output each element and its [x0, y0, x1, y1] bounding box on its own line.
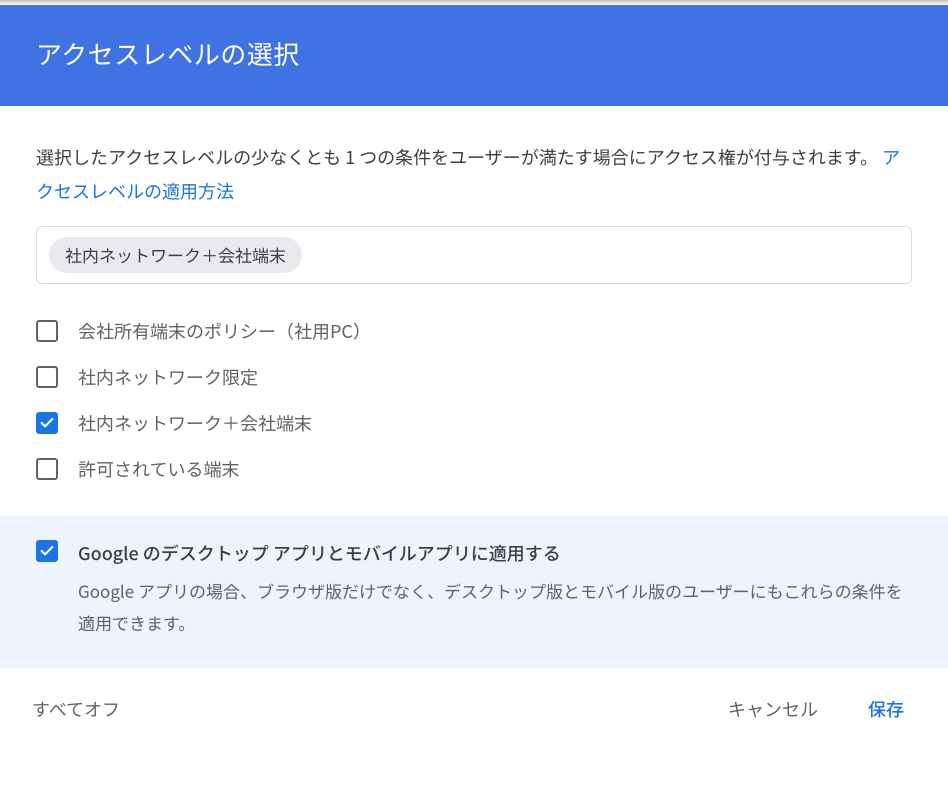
option-permitted-devices-checkbox[interactable]	[36, 458, 58, 480]
apply-title: Google のデスクトップ アプリとモバイルアプリに適用する	[78, 540, 912, 567]
dialog-body: 選択したアクセスレベルの少なくとも 1 つの条件をユーザーが満たす場合にアクセス…	[0, 106, 948, 516]
options-list: 会社所有端末のポリシー（社用PC） 社内ネットワーク限定社内ネットワーク＋会社端末…	[36, 308, 912, 492]
option-internal-network-only-label: 社内ネットワーク限定	[78, 364, 258, 390]
cancel-button[interactable]: キャンセル	[710, 690, 836, 728]
option-internal-network-plus-device-label: 社内ネットワーク＋会社端末	[78, 410, 312, 436]
all-off-button[interactable]: すべてオフ	[24, 690, 128, 728]
option-permitted-devices-label: 許可されている端末	[78, 456, 239, 482]
description-text: 選択したアクセスレベルの少なくとも 1 つの条件をユーザーが満たす場合にアクセス…	[36, 144, 878, 170]
apply-to-apps-checkbox[interactable]	[36, 540, 58, 562]
selected-chip-field[interactable]: 社内ネットワーク＋会社端末	[36, 226, 912, 284]
apply-description: Google アプリの場合、ブラウザ版だけでなく、デスクトップ版とモバイル版のユ…	[78, 575, 912, 640]
option-company-device-policy-label: 会社所有端末のポリシー（社用PC）	[78, 318, 371, 344]
option-internal-network-only-checkbox[interactable]	[36, 366, 58, 388]
access-level-dialog: アクセスレベルの選択 選択したアクセスレベルの少なくとも 1 つの条件をユーザー…	[0, 0, 948, 752]
checkmark-icon	[39, 543, 55, 559]
dialog-header: アクセスレベルの選択	[0, 5, 948, 106]
option-company-device-policy[interactable]: 会社所有端末のポリシー（社用PC）	[36, 308, 912, 354]
save-button[interactable]: 保存	[860, 690, 912, 728]
option-permitted-devices[interactable]: 許可されている端末	[36, 446, 912, 492]
dialog-footer: すべてオフ キャンセル 保存	[0, 668, 948, 752]
dialog-title: アクセスレベルの選択	[36, 35, 300, 72]
option-internal-network-plus-device[interactable]: 社内ネットワーク＋会社端末	[36, 400, 912, 446]
selected-chip-label: 社内ネットワーク＋会社端末	[65, 242, 286, 267]
checkmark-icon	[39, 415, 55, 431]
selected-chip[interactable]: 社内ネットワーク＋会社端末	[49, 237, 302, 273]
option-internal-network-plus-device-checkbox[interactable]	[36, 412, 58, 434]
apply-panel: Google のデスクトップ アプリとモバイルアプリに適用する Google ア…	[0, 516, 948, 668]
option-company-device-policy-checkbox[interactable]	[36, 320, 58, 342]
option-internal-network-only[interactable]: 社内ネットワーク限定	[36, 354, 912, 400]
description: 選択したアクセスレベルの少なくとも 1 つの条件をユーザーが満たす場合にアクセス…	[36, 140, 912, 208]
